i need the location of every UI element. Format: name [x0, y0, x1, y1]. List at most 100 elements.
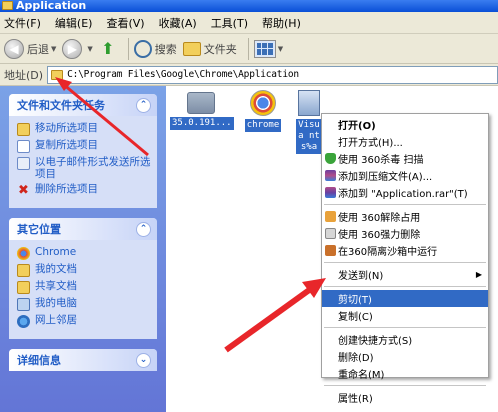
place-network[interactable]: 网上邻居	[17, 314, 151, 328]
menu-cut[interactable]: 剪切(T)	[322, 290, 488, 307]
place-my-documents[interactable]: 我的文档	[17, 263, 151, 277]
details-header[interactable]: 详细信息 ⌄	[9, 349, 157, 371]
address-path: C:\Program Files\Google\Chrome\Applicati…	[67, 69, 299, 80]
shared-documents-icon	[17, 281, 30, 294]
menu-separator	[324, 385, 486, 386]
my-computer-icon	[17, 298, 30, 311]
menu-help[interactable]: 帮助(H)	[262, 15, 301, 31]
menu-tools[interactable]: 工具(T)	[211, 15, 248, 31]
menu-send-to-label: 发送到(N)	[338, 271, 384, 282]
winrar-icon	[325, 170, 336, 181]
task-delete-label: 删除所选项目	[35, 183, 98, 195]
address-input[interactable]: C:\Program Files\Google\Chrome\Applicati…	[47, 65, 498, 84]
menu-copy[interactable]: 复制(C)	[322, 307, 488, 324]
folders-icon	[182, 41, 201, 56]
search-button[interactable]: 搜索	[133, 39, 177, 58]
back-arrow-icon: ◀	[4, 38, 24, 59]
menu-rename[interactable]: 重命名(M)	[322, 365, 488, 382]
title-bar: Application	[0, 0, 498, 12]
file-item-selected[interactable]: Visua nts%a	[294, 90, 324, 154]
winrar-icon	[325, 187, 336, 198]
collapse-chevron-icon[interactable]: ⌃	[136, 97, 151, 113]
task-delete[interactable]: ✖ 删除所选项目	[17, 183, 151, 197]
menu-send-to[interactable]: 发送到(N) ▶	[322, 266, 488, 283]
file-name: chrome	[244, 119, 282, 132]
menu-open[interactable]: 打开(O)	[322, 116, 488, 133]
place-chrome-label: Chrome	[35, 246, 77, 258]
chrome-icon	[17, 247, 30, 260]
menu-360-force-delete[interactable]: 使用 360强力删除	[322, 225, 488, 242]
file-tasks-header[interactable]: 文件和文件夹任务 ⌃	[9, 94, 157, 116]
dropdown-arrow-icon[interactable]: ▼	[87, 45, 92, 53]
submenu-arrow-icon: ▶	[475, 270, 482, 279]
file-item[interactable]: 35.0.191...	[170, 92, 234, 130]
menu-file[interactable]: 文件(F)	[4, 15, 41, 31]
place-my-computer[interactable]: 我的电脑	[17, 297, 151, 311]
window-title: Application	[16, 0, 87, 12]
unlock-icon	[325, 211, 336, 222]
menu-open-with[interactable]: 打开方式(H)...	[322, 133, 488, 150]
file-name: Visua nts%a	[296, 119, 322, 154]
copy-icon	[17, 140, 30, 153]
menu-delete[interactable]: 删除(D)	[322, 348, 488, 365]
address-label: 地址(D)	[4, 68, 44, 82]
forward-button[interactable]: ▶ ▼	[62, 38, 93, 59]
menu-favorites[interactable]: 收藏(A)	[159, 15, 197, 31]
place-shared-documents[interactable]: 共享文档	[17, 280, 151, 294]
other-places-header[interactable]: 其它位置 ⌃	[9, 218, 157, 240]
expand-chevron-icon[interactable]: ⌄	[136, 352, 151, 368]
task-move[interactable]: 移动所选项目	[17, 122, 151, 136]
file-name: 35.0.191...	[170, 117, 234, 130]
network-icon	[17, 315, 30, 328]
place-shared-documents-label: 共享文档	[35, 280, 77, 292]
folder-icon	[2, 1, 13, 10]
menu-view[interactable]: 查看(V)	[106, 15, 144, 31]
folders-label: 文件夹	[203, 42, 237, 56]
place-chrome[interactable]: Chrome	[17, 246, 151, 260]
place-my-computer-label: 我的电脑	[35, 297, 77, 309]
folders-button[interactable]: 文件夹	[182, 41, 237, 57]
task-copy[interactable]: 复制所选项目	[17, 139, 151, 153]
menu-add-archive[interactable]: 添加到压缩文件(A)...	[322, 167, 488, 184]
menu-360-unlock-label: 使用 360解除占用	[338, 213, 421, 224]
dropdown-arrow-icon[interactable]: ▼	[278, 45, 283, 53]
back-label: 后退	[27, 42, 49, 56]
menu-360-force-delete-label: 使用 360强力删除	[338, 230, 421, 241]
delete-x-icon: ✖	[18, 183, 29, 198]
menu-create-shortcut[interactable]: 创建快捷方式(S)	[322, 331, 488, 348]
views-button[interactable]: ▼	[253, 39, 283, 58]
menu-360-scan[interactable]: 使用 360杀毒 扫描	[322, 150, 488, 167]
menu-properties-label: 属性(R)	[338, 394, 373, 405]
task-copy-label: 复制所选项目	[35, 139, 98, 151]
menu-open-label: 打开(O)	[338, 121, 376, 132]
force-delete-icon	[325, 228, 336, 239]
menu-add-rar[interactable]: 添加到 "Application.rar"(T)	[322, 184, 488, 201]
other-places-panel: 其它位置 ⌃ Chrome 我的文档 共享文档 我的电脑 网上邻居	[9, 218, 157, 339]
task-email[interactable]: 以电子邮件形式发送所选项目	[17, 156, 151, 180]
menu-delete-label: 删除(D)	[338, 353, 374, 364]
menu-360-sandbox[interactable]: 在360隔离沙箱中运行	[322, 242, 488, 259]
folder-icon	[187, 92, 215, 114]
up-button[interactable]: ⬆	[99, 38, 117, 58]
back-button[interactable]: ◀ 后退 ▼	[4, 38, 56, 59]
folder-up-icon: ⬆	[101, 38, 115, 58]
menu-copy-label: 复制(C)	[338, 312, 373, 323]
menu-360-scan-label: 使用 360杀毒 扫描	[338, 155, 424, 166]
menu-rename-label: 重命名(M)	[338, 370, 385, 381]
email-icon	[17, 157, 30, 170]
menu-create-shortcut-label: 创建快捷方式(S)	[338, 336, 413, 347]
menu-edit[interactable]: 编辑(E)	[55, 15, 93, 31]
toolbar: ◀ 后退 ▼ ▶ ▼ ⬆ 搜索 文件夹 ▼	[0, 34, 498, 64]
my-documents-icon	[17, 264, 30, 277]
forward-arrow-icon: ▶	[62, 38, 83, 59]
menu-360-unlock[interactable]: 使用 360解除占用	[322, 208, 488, 225]
views-icon	[253, 39, 276, 58]
file-item[interactable]: chrome	[232, 90, 294, 132]
menu-separator	[324, 262, 486, 263]
collapse-chevron-icon[interactable]: ⌃	[136, 221, 151, 237]
menu-properties[interactable]: 属性(R)	[322, 389, 488, 406]
menu-cut-label: 剪切(T)	[338, 295, 372, 306]
folder-icon	[51, 69, 64, 80]
menu-bar: 文件(F) 编辑(E) 查看(V) 收藏(A) 工具(T) 帮助(H)	[0, 12, 498, 34]
dropdown-arrow-icon[interactable]: ▼	[51, 45, 56, 53]
